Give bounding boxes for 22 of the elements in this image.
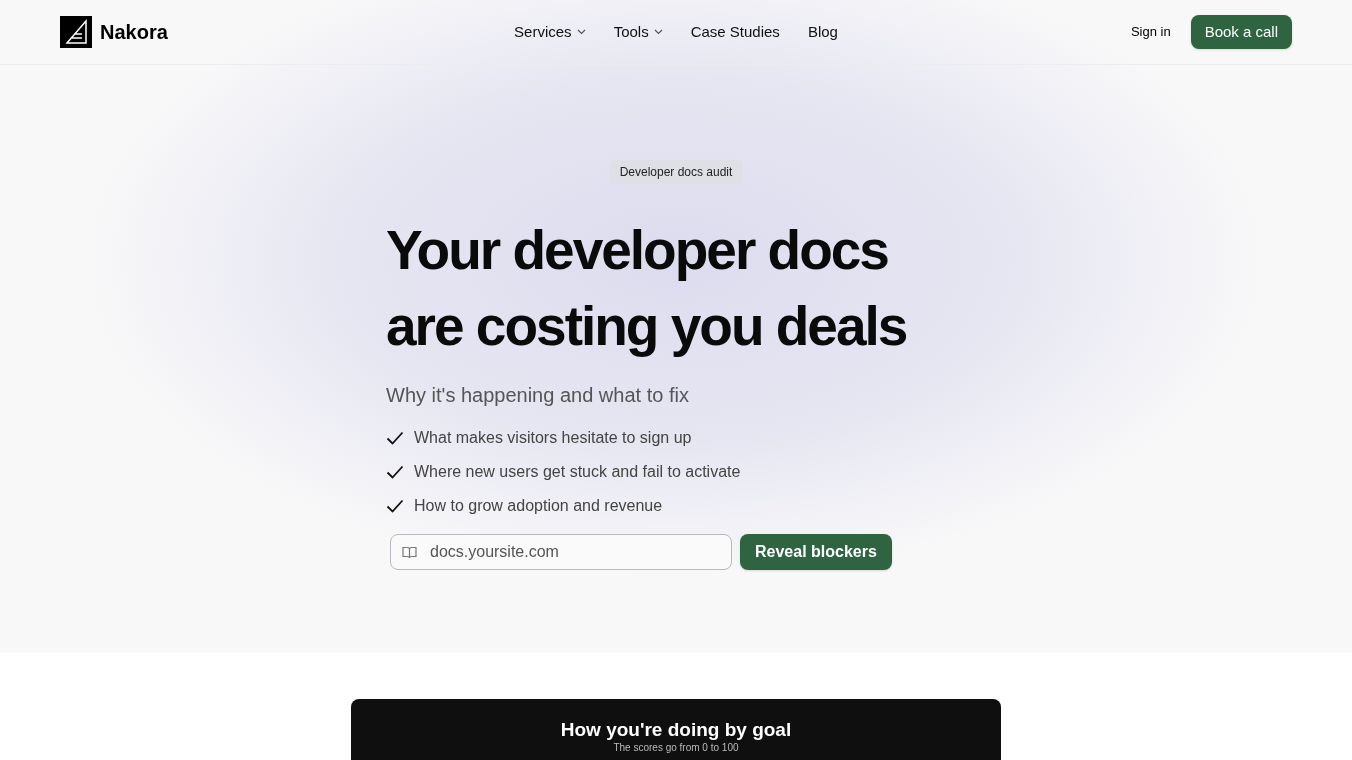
hero-subtitle: Why it's happening and what to fix — [386, 383, 690, 408]
category-badge: Developer docs audit — [608, 160, 744, 184]
sign-in-link[interactable]: Sign in — [1130, 22, 1171, 42]
checkmark-icon — [386, 499, 404, 513]
nav-link[interactable]: Blog — [807, 20, 838, 44]
reveal-blockers-button[interactable]: Reveal blockers — [740, 534, 892, 570]
nav-link[interactable]: Services — [514, 20, 586, 44]
checklist-item: Where new users get stuck and fail to activate — [414, 462, 741, 482]
checklist-item: What makes visitors hesitate to sign up — [414, 428, 692, 448]
logo-icon[interactable] — [60, 16, 92, 48]
nav-link[interactable]: Case Studies — [690, 20, 780, 44]
book-call-button[interactable]: Book a call — [1190, 15, 1292, 49]
card-subtitle: The scores go from 0 to 100 — [613, 742, 739, 754]
brand-name[interactable]: Nakora — [100, 17, 168, 47]
checkmark-icon — [386, 431, 404, 445]
hero-heading-line: are costing you deals — [386, 294, 907, 359]
card-title: How you're doing by goal — [560, 719, 792, 741]
checkmark-icon — [386, 465, 404, 479]
url-input-field[interactable]: docs.yoursite.com — [390, 534, 732, 570]
nav-link[interactable]: Tools — [613, 20, 663, 44]
hero-heading-line: Your developer docs — [386, 218, 888, 283]
checklist-item: How to grow adoption and revenue — [414, 496, 663, 516]
